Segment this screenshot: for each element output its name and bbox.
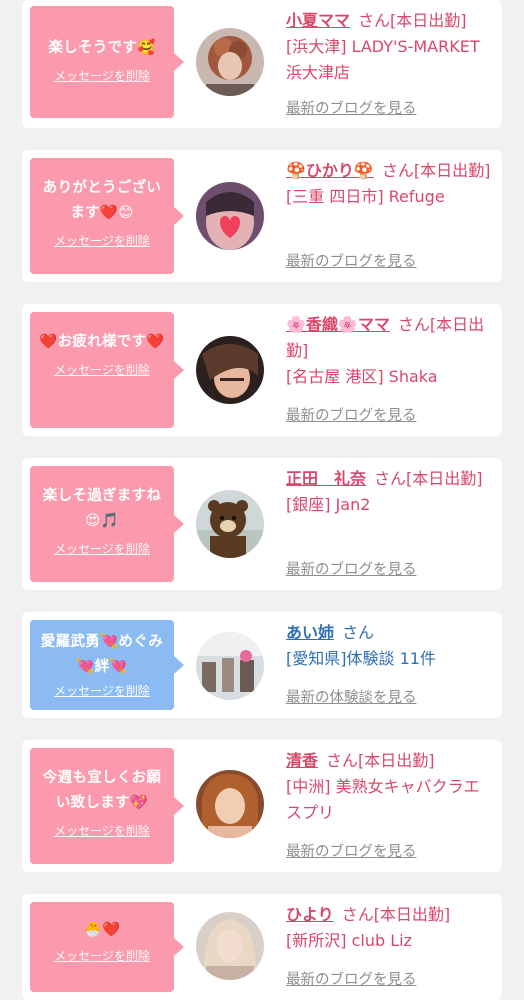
message-text: ありがとうございます❤️😊 [42, 180, 162, 221]
delete-message-link[interactable]: メッセージを削除 [54, 682, 150, 699]
shop-text: [愛知県]体験談 11件 [286, 649, 436, 668]
profile-info: ひより さん[本日出勤] [新所沢] club Liz [286, 902, 494, 954]
shop-text: [名古屋 港区] Shaka [286, 367, 438, 386]
message-bubble: 🐣❤️ メッセージを削除 [30, 902, 184, 992]
avatar[interactable] [196, 182, 264, 250]
message-bubble: 愛羅武勇💘めぐみ💘絆💘 メッセージを削除 [30, 620, 184, 710]
profile-info: 清香 さん[本日出勤] [中洲] 美熟女キャバクラエスプリ [286, 748, 494, 826]
avatar[interactable] [196, 336, 264, 404]
status-text: さん[本日出勤] [374, 469, 483, 488]
message-text: 楽しそうです🥰 [48, 40, 156, 56]
message-bubble: ❤️お疲れ様です❤️ メッセージを削除 [30, 312, 184, 428]
status-text: さん[本日出勤] [358, 11, 467, 30]
delete-message-link[interactable]: メッセージを削除 [54, 67, 150, 84]
message-bubble: 楽しそうです🥰 メッセージを削除 [30, 6, 184, 118]
latest-blog-link[interactable]: 最新のブログを見る [286, 404, 417, 425]
message-card: 🐣❤️ メッセージを削除 ひより さん[本日出勤] [新所沢] club Liz … [22, 894, 502, 1000]
shop-text: [銀座] Jan2 [286, 495, 371, 514]
latest-blog-link[interactable]: 最新のブログを見る [286, 968, 417, 989]
latest-blog-link[interactable]: 最新のブログを見る [286, 558, 417, 579]
message-card: 楽しそ過ぎますね😍🎵 メッセージを削除 正田 礼奈 さん[本日出勤] [銀座] J… [22, 458, 502, 590]
status-text: さん[本日出勤] [326, 751, 435, 770]
status-text: さん[本日出勤] [341, 905, 451, 924]
shop-text: [中洲] 美熟女キャバクラエスプリ [286, 777, 480, 822]
shop-text: [三重 四日市] Refuge [286, 187, 445, 206]
message-text: 楽しそ過ぎますね😍🎵 [42, 488, 162, 529]
latest-blog-link[interactable]: 最新のブログを見る [286, 97, 417, 118]
avatar[interactable] [196, 632, 264, 700]
avatar[interactable] [196, 490, 264, 558]
profile-name-link[interactable]: あい姉 [286, 623, 334, 642]
profile-name-link[interactable]: 正田 礼奈 [286, 469, 366, 488]
delete-message-link[interactable]: メッセージを削除 [54, 232, 150, 249]
profile-name-link[interactable]: ひより [286, 905, 334, 924]
shop-text: [新所沢] club Liz [286, 931, 412, 950]
message-card: 愛羅武勇💘めぐみ💘絆💘 メッセージを削除 あい姉 さん [愛知県]体験談 11件 … [22, 612, 502, 718]
latest-blog-link[interactable]: 最新のブログを見る [286, 250, 417, 271]
delete-message-link[interactable]: メッセージを削除 [54, 540, 150, 557]
avatar[interactable] [196, 770, 264, 838]
profile-name-link[interactable]: 小夏ママ [286, 11, 350, 30]
avatar[interactable] [196, 28, 264, 96]
message-text: 愛羅武勇💘めぐみ💘絆💘 [40, 634, 164, 675]
delete-message-link[interactable]: メッセージを削除 [54, 947, 150, 964]
delete-message-link[interactable]: メッセージを削除 [54, 361, 150, 378]
profile-name-link[interactable]: 清香 [286, 751, 318, 770]
message-bubble: 今週も宜しくお願い致します💖 メッセージを削除 [30, 748, 184, 864]
latest-blog-link[interactable]: 最新のブログを見る [286, 840, 417, 861]
status-text: さん[本日出勤] [381, 161, 491, 180]
message-card: 今週も宜しくお願い致します💖 メッセージを削除 清香 さん[本日出勤] [中洲] … [22, 740, 502, 872]
delete-message-link[interactable]: メッセージを削除 [54, 822, 150, 839]
profile-info: 小夏ママ さん[本日出勤] [浜大津] LADY'S-MARKET 浜大津店 [286, 8, 494, 86]
profile-info: あい姉 さん [愛知県]体験談 11件 [286, 620, 494, 672]
message-card: ❤️お疲れ様です❤️ メッセージを削除 🌸香織🌸ママ さん[本日出勤] [名古屋 … [22, 304, 502, 436]
profile-name-link[interactable]: 🌸香織🌸ママ [286, 315, 390, 334]
latest-review-link[interactable]: 最新の体験談を見る [286, 686, 417, 707]
profile-info: 正田 礼奈 さん[本日出勤] [銀座] Jan2 [286, 466, 494, 518]
profile-name-link[interactable]: 🍄ひかり🍄 [286, 161, 374, 180]
message-text: ❤️お疲れ様です❤️ [39, 334, 165, 350]
message-card: ありがとうございます❤️😊 メッセージを削除 🍄ひかり🍄 さん[本日出勤] [三重… [22, 150, 502, 282]
profile-info: 🌸香織🌸ママ さん[本日出勤] [名古屋 港区] Shaka [286, 312, 494, 390]
message-text: 🐣❤️ [83, 922, 121, 938]
message-bubble: 楽しそ過ぎますね😍🎵 メッセージを削除 [30, 466, 184, 582]
message-card: 楽しそうです🥰 メッセージを削除 小夏ママ さん[本日出勤] [浜大津] LADY… [22, 0, 502, 128]
shop-text: [浜大津] LADY'S-MARKET 浜大津店 [286, 37, 480, 82]
status-text: さん [342, 623, 375, 642]
profile-info: 🍄ひかり🍄 さん[本日出勤] [三重 四日市] Refuge [286, 158, 494, 210]
avatar[interactable] [196, 912, 264, 980]
message-bubble: ありがとうございます❤️😊 メッセージを削除 [30, 158, 184, 274]
message-text: 今週も宜しくお願い致します💖 [42, 770, 162, 811]
